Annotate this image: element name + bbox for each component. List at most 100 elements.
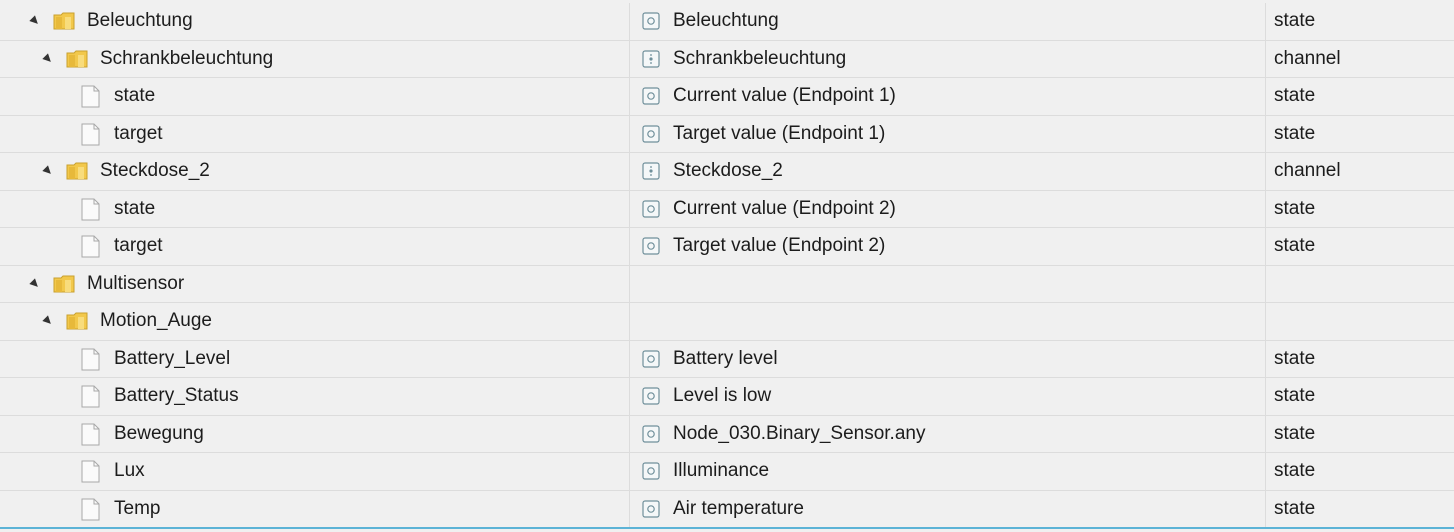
object-name: state — [114, 197, 156, 219]
object-name: Battery_Status — [114, 385, 239, 407]
object-description: Air temperature — [673, 497, 804, 519]
object-type: state — [1274, 497, 1316, 519]
file-icon — [81, 423, 100, 446]
description-cell: Target value (Endpoint 1) — [630, 115, 1266, 152]
state-icon — [642, 349, 660, 368]
state-icon — [642, 499, 660, 518]
tree-row[interactable]: Motion_Auge — [0, 303, 1454, 341]
tree-row[interactable]: Multisensor — [0, 265, 1454, 303]
object-type: state — [1274, 347, 1316, 369]
object-type: state — [1274, 10, 1316, 32]
object-name: Schrankbeleuchtung — [100, 47, 274, 69]
description-cell: Air temperature — [630, 490, 1266, 527]
file-icon — [81, 348, 100, 371]
state-icon — [642, 237, 660, 255]
object-description: Battery level — [673, 347, 778, 369]
description-cell: Battery level — [630, 340, 1266, 377]
object-name: Temp — [114, 497, 161, 519]
folder-icon — [66, 311, 88, 331]
description-cell: Current value (Endpoint 2) — [630, 190, 1266, 227]
name-cell: Motion_Auge — [0, 303, 630, 340]
tree-row[interactable]: Bewegung Node_030.Binary_Sensor.any state — [0, 415, 1454, 453]
object-description: Illuminance — [673, 460, 770, 482]
tree-row[interactable]: state Current value (Endpoint 1) state — [0, 78, 1454, 116]
name-cell: target — [0, 228, 630, 265]
folder-icon — [53, 274, 75, 294]
object-description: Target value (Endpoint 2) — [673, 235, 886, 257]
object-type: state — [1274, 122, 1316, 144]
channel-icon — [642, 162, 660, 180]
name-cell: Beleuchtung — [0, 3, 630, 40]
name-cell: Bewegung — [0, 415, 630, 452]
file-icon — [81, 235, 100, 258]
file-icon — [81, 198, 100, 221]
object-description: Schrankbeleuchtung — [673, 47, 847, 69]
tree-row[interactable]: target Target value (Endpoint 1) state — [0, 115, 1454, 153]
tree-row[interactable]: state Current value (Endpoint 2) state — [0, 190, 1454, 228]
object-type: channel — [1274, 47, 1341, 69]
expand-toggle-icon[interactable] — [42, 52, 54, 65]
name-cell: target — [0, 115, 630, 152]
object-type: state — [1274, 460, 1316, 482]
description-cell: Schrankbeleuchtung — [630, 40, 1266, 77]
name-cell: Schrankbeleuchtung — [0, 40, 630, 77]
state-icon — [642, 199, 660, 218]
state-icon — [642, 462, 660, 480]
object-name: Bewegung — [114, 422, 204, 444]
object-name: Motion_Auge — [100, 310, 212, 332]
object-description: Current value (Endpoint 1) — [673, 85, 896, 107]
tree-row[interactable]: Lux Illuminance state — [0, 453, 1454, 491]
name-cell: state — [0, 190, 630, 227]
file-icon — [81, 123, 100, 146]
object-name: Beleuchtung — [87, 10, 193, 32]
description-cell — [630, 265, 1266, 302]
folder-icon — [66, 161, 88, 181]
name-cell: Multisensor — [0, 265, 630, 302]
object-description: Beleuchtung — [673, 10, 779, 32]
description-cell: Steckdose_2 — [630, 153, 1266, 190]
tree-row[interactable]: Temp Air temperature state — [0, 490, 1454, 528]
name-cell: Lux — [0, 453, 630, 490]
object-tree: Beleuchtung Beleuchtung state Schrankbeleuc… — [0, 3, 1454, 528]
object-type: state — [1274, 385, 1316, 407]
state-icon — [642, 387, 660, 405]
object-description: Level is low — [673, 385, 772, 407]
description-cell: Level is low — [630, 378, 1266, 415]
horizontal-scrollbar[interactable] — [0, 527, 1454, 532]
tree-row[interactable]: target Target value (Endpoint 2) state — [0, 228, 1454, 266]
name-cell: Battery_Status — [0, 378, 630, 415]
file-icon — [81, 498, 100, 521]
name-cell: Battery_Level — [0, 340, 630, 377]
tree-row[interactable]: Battery_Status Level is low state — [0, 378, 1454, 416]
object-name: Steckdose_2 — [100, 160, 210, 182]
folder-icon — [53, 11, 75, 31]
tree-row[interactable]: Steckdose_2 Steckdose_2 channel — [0, 153, 1454, 191]
object-type — [1266, 266, 1454, 303]
description-cell: Illuminance — [630, 453, 1266, 490]
object-name: target — [114, 235, 163, 257]
file-icon — [81, 385, 100, 408]
object-type: state — [1274, 422, 1316, 444]
object-type: state — [1274, 235, 1316, 257]
state-icon — [642, 87, 660, 105]
expand-toggle-icon[interactable] — [29, 277, 41, 290]
object-name: Battery_Level — [114, 347, 231, 369]
description-cell: Beleuchtung — [630, 3, 1266, 40]
file-icon — [81, 460, 100, 483]
description-cell: Target value (Endpoint 2) — [630, 228, 1266, 265]
tree-row[interactable]: Beleuchtung Beleuchtung state — [0, 3, 1454, 41]
tree-row[interactable]: Schrankbeleuchtung Schrankbeleuchtung chan… — [0, 40, 1454, 78]
tree-row[interactable]: Battery_Level Battery level state — [0, 340, 1454, 378]
description-cell: Node_030.Binary_Sensor.any — [630, 415, 1266, 452]
expand-toggle-icon[interactable] — [42, 165, 54, 177]
object-type: state — [1274, 85, 1316, 107]
expand-toggle-icon[interactable] — [42, 315, 54, 327]
expand-toggle-icon[interactable] — [29, 15, 41, 27]
name-cell: state — [0, 78, 630, 115]
name-cell: Steckdose_2 — [0, 153, 630, 190]
object-name: state — [114, 85, 156, 107]
folder-icon — [66, 49, 88, 69]
object-name: Multisensor — [87, 272, 185, 294]
state-icon — [642, 424, 660, 443]
file-icon — [81, 85, 100, 108]
